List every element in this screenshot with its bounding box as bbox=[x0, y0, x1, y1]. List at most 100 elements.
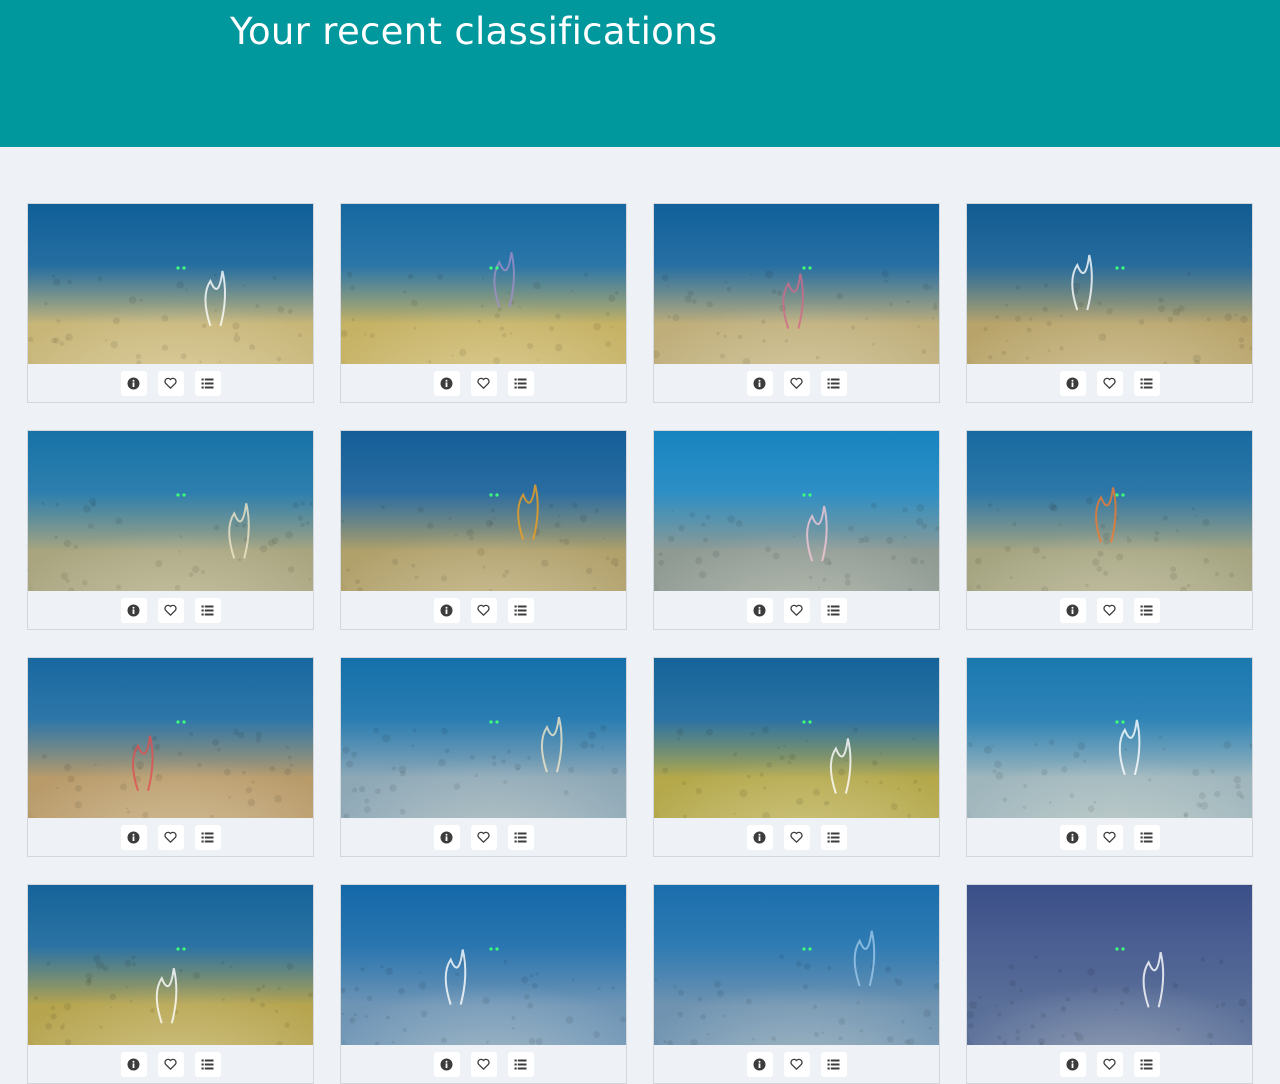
favorite-button[interactable] bbox=[157, 371, 184, 396]
favorite-button[interactable] bbox=[1096, 1052, 1123, 1077]
info-icon bbox=[440, 604, 453, 617]
info-icon bbox=[1066, 831, 1079, 844]
info-button[interactable] bbox=[746, 598, 773, 623]
classification-card bbox=[27, 430, 314, 630]
favorite-button[interactable] bbox=[470, 371, 497, 396]
favorite-button[interactable] bbox=[470, 598, 497, 623]
card-actions bbox=[967, 365, 1252, 402]
favorite-button[interactable] bbox=[470, 825, 497, 850]
subject-thumbnail[interactable] bbox=[967, 431, 1252, 591]
favorite-button[interactable] bbox=[470, 1052, 497, 1077]
favorite-button[interactable] bbox=[1096, 598, 1123, 623]
info-button[interactable] bbox=[1059, 598, 1086, 623]
subject-image bbox=[341, 204, 626, 364]
subject-image bbox=[28, 431, 313, 591]
heart-icon bbox=[1103, 1058, 1116, 1070]
subject-thumbnail[interactable] bbox=[654, 431, 939, 591]
subject-thumbnail[interactable] bbox=[654, 658, 939, 818]
info-button[interactable] bbox=[120, 1052, 147, 1077]
info-button[interactable] bbox=[746, 1052, 773, 1077]
subject-image bbox=[967, 204, 1252, 364]
favorite-button[interactable] bbox=[1096, 371, 1123, 396]
heart-icon bbox=[790, 831, 803, 843]
collections-button[interactable] bbox=[1133, 371, 1160, 396]
subject-thumbnail[interactable] bbox=[967, 885, 1252, 1045]
collections-button[interactable] bbox=[507, 825, 534, 850]
info-button[interactable] bbox=[120, 371, 147, 396]
subject-thumbnail[interactable] bbox=[967, 658, 1252, 818]
info-button[interactable] bbox=[1059, 825, 1086, 850]
info-button[interactable] bbox=[120, 825, 147, 850]
collections-button[interactable] bbox=[1133, 598, 1160, 623]
subject-thumbnail[interactable] bbox=[28, 658, 313, 818]
collections-button[interactable] bbox=[507, 371, 534, 396]
classification-card bbox=[653, 657, 940, 857]
subject-thumbnail[interactable] bbox=[28, 885, 313, 1045]
classification-card bbox=[340, 203, 627, 403]
subject-thumbnail[interactable] bbox=[28, 431, 313, 591]
collections-button[interactable] bbox=[820, 371, 847, 396]
collections-button[interactable] bbox=[507, 1052, 534, 1077]
info-icon bbox=[127, 377, 140, 390]
info-button[interactable] bbox=[746, 371, 773, 396]
info-button[interactable] bbox=[433, 371, 460, 396]
collections-button[interactable] bbox=[507, 598, 534, 623]
collections-button[interactable] bbox=[1133, 825, 1160, 850]
subject-image bbox=[654, 658, 939, 818]
classification-card bbox=[966, 203, 1253, 403]
subject-thumbnail[interactable] bbox=[654, 885, 939, 1045]
info-button[interactable] bbox=[433, 1052, 460, 1077]
collections-button[interactable] bbox=[820, 1052, 847, 1077]
subject-image bbox=[28, 658, 313, 818]
favorite-button[interactable] bbox=[157, 1052, 184, 1077]
subject-thumbnail[interactable] bbox=[341, 658, 626, 818]
info-button[interactable] bbox=[1059, 1052, 1086, 1077]
collections-button[interactable] bbox=[194, 825, 221, 850]
info-button[interactable] bbox=[746, 825, 773, 850]
info-icon bbox=[753, 377, 766, 390]
collections-button[interactable] bbox=[194, 1052, 221, 1077]
classification-card bbox=[27, 203, 314, 403]
subject-image bbox=[341, 431, 626, 591]
list-icon bbox=[514, 1059, 527, 1070]
subject-thumbnail[interactable] bbox=[341, 431, 626, 591]
info-button[interactable] bbox=[1059, 371, 1086, 396]
info-icon bbox=[753, 604, 766, 617]
favorite-button[interactable] bbox=[1096, 825, 1123, 850]
collections-button[interactable] bbox=[194, 371, 221, 396]
subject-thumbnail[interactable] bbox=[341, 204, 626, 364]
classification-card bbox=[653, 430, 940, 630]
info-icon bbox=[127, 1058, 140, 1071]
info-button[interactable] bbox=[433, 598, 460, 623]
info-button[interactable] bbox=[433, 825, 460, 850]
card-actions bbox=[654, 365, 939, 402]
collections-button[interactable] bbox=[820, 825, 847, 850]
collections-button[interactable] bbox=[1133, 1052, 1160, 1077]
subject-thumbnail[interactable] bbox=[28, 204, 313, 364]
subject-thumbnail[interactable] bbox=[654, 204, 939, 364]
list-icon bbox=[514, 832, 527, 843]
subject-image bbox=[654, 204, 939, 364]
classification-card bbox=[340, 657, 627, 857]
favorite-button[interactable] bbox=[783, 598, 810, 623]
subject-image bbox=[28, 885, 313, 1045]
list-icon bbox=[201, 605, 214, 616]
info-button[interactable] bbox=[120, 598, 147, 623]
card-actions bbox=[341, 1046, 626, 1083]
subject-thumbnail[interactable] bbox=[967, 204, 1252, 364]
subject-image bbox=[654, 885, 939, 1045]
favorite-button[interactable] bbox=[157, 825, 184, 850]
subject-thumbnail[interactable] bbox=[341, 885, 626, 1045]
classification-card bbox=[340, 884, 627, 1084]
favorite-button[interactable] bbox=[157, 598, 184, 623]
favorite-button[interactable] bbox=[783, 371, 810, 396]
subject-image bbox=[341, 885, 626, 1045]
list-icon bbox=[201, 1059, 214, 1070]
list-icon bbox=[827, 1059, 840, 1070]
favorite-button[interactable] bbox=[783, 825, 810, 850]
collections-button[interactable] bbox=[820, 598, 847, 623]
card-actions bbox=[28, 365, 313, 402]
card-actions bbox=[654, 1046, 939, 1083]
collections-button[interactable] bbox=[194, 598, 221, 623]
favorite-button[interactable] bbox=[783, 1052, 810, 1077]
